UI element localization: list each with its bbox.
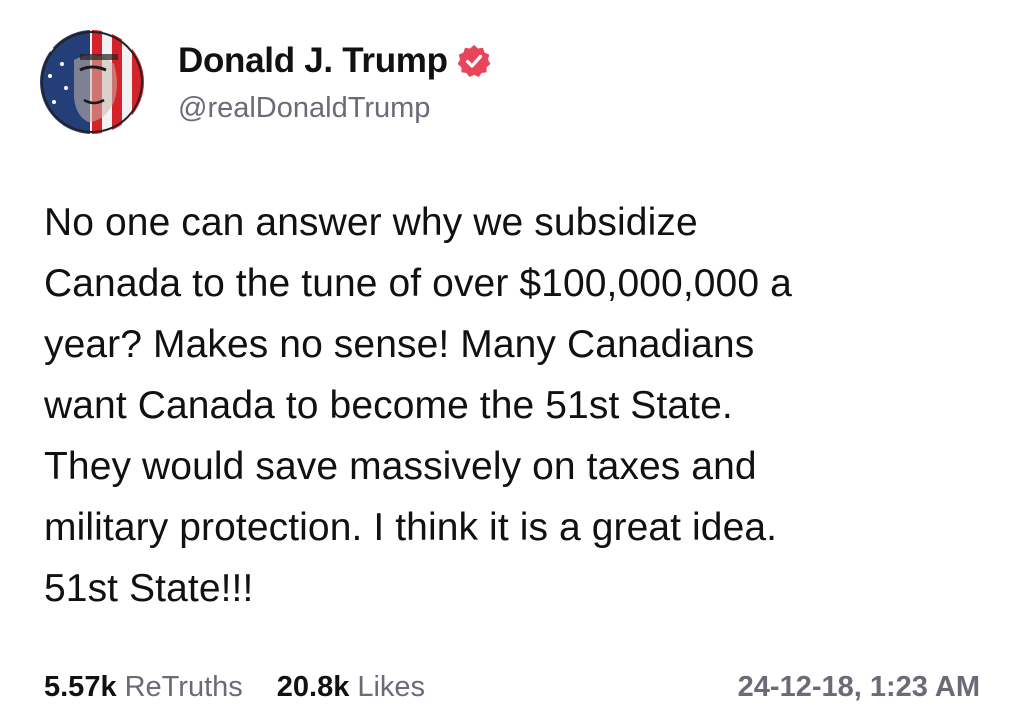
author-handle[interactable]: @realDonaldTrump bbox=[178, 92, 491, 125]
retruths-label: ReTruths bbox=[124, 670, 243, 703]
post-text: No one can answer why we subsidize Canad… bbox=[44, 201, 792, 610]
verified-badge-icon bbox=[457, 44, 491, 78]
author-header: Donald J. Trump @realDonaldTrump bbox=[178, 40, 491, 125]
likes-stat[interactable]: 20.8k Likes bbox=[277, 671, 425, 704]
likes-label: Likes bbox=[357, 670, 426, 703]
post-timestamp[interactable]: 24-12-18, 1:23 AM bbox=[738, 671, 980, 704]
retruths-stat[interactable]: 5.57k ReTruths bbox=[44, 671, 243, 704]
display-name[interactable]: Donald J. Trump bbox=[178, 41, 448, 81]
likes-count: 20.8k bbox=[276, 670, 350, 703]
name-row: Donald J. Trump bbox=[178, 40, 491, 82]
avatar-image bbox=[40, 30, 144, 134]
avatar[interactable] bbox=[40, 30, 144, 134]
post-card: Donald J. Trump @realDonaldTrump No one … bbox=[0, 0, 1024, 726]
retruths-count: 5.57k bbox=[44, 670, 117, 703]
post-footer: 5.57k ReTruths 20.8k Likes 24-12-18, 1:2… bbox=[44, 665, 980, 709]
